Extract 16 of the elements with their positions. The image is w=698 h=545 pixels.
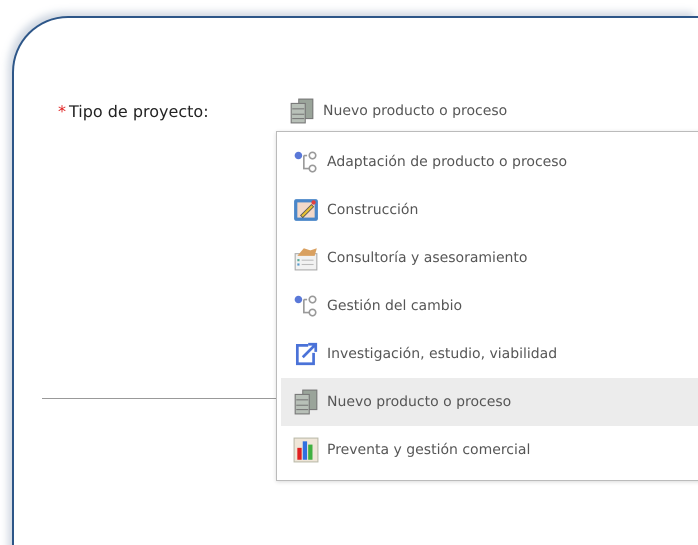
server-stack-icon — [293, 389, 319, 415]
project-type-select[interactable]: Nuevo producto o proceso — [289, 98, 508, 124]
flow-nodes-icon — [293, 149, 319, 175]
field-label: * Tipo de proyecto: — [58, 102, 210, 120]
dropdown-option[interactable]: Adaptación de producto o proceso — [281, 138, 698, 186]
dropdown-option[interactable]: Construcción — [281, 186, 698, 234]
dropdown-option[interactable]: Gestión del cambio — [281, 282, 698, 330]
bar-chart-icon — [293, 437, 319, 463]
dropdown-option[interactable]: Consultoría y asesoramiento — [281, 234, 698, 282]
external-link-icon — [293, 341, 319, 367]
flow-nodes-icon — [293, 293, 319, 319]
dropdown-option[interactable]: Preventa y gestión comercial — [281, 426, 698, 474]
pencil-frame-icon — [293, 197, 319, 223]
dropdown-option[interactable]: Investigación, estudio, viabilidad — [281, 330, 698, 378]
server-stack-icon — [289, 98, 315, 124]
dropdown-option[interactable]: Nuevo producto o proceso — [281, 378, 698, 426]
